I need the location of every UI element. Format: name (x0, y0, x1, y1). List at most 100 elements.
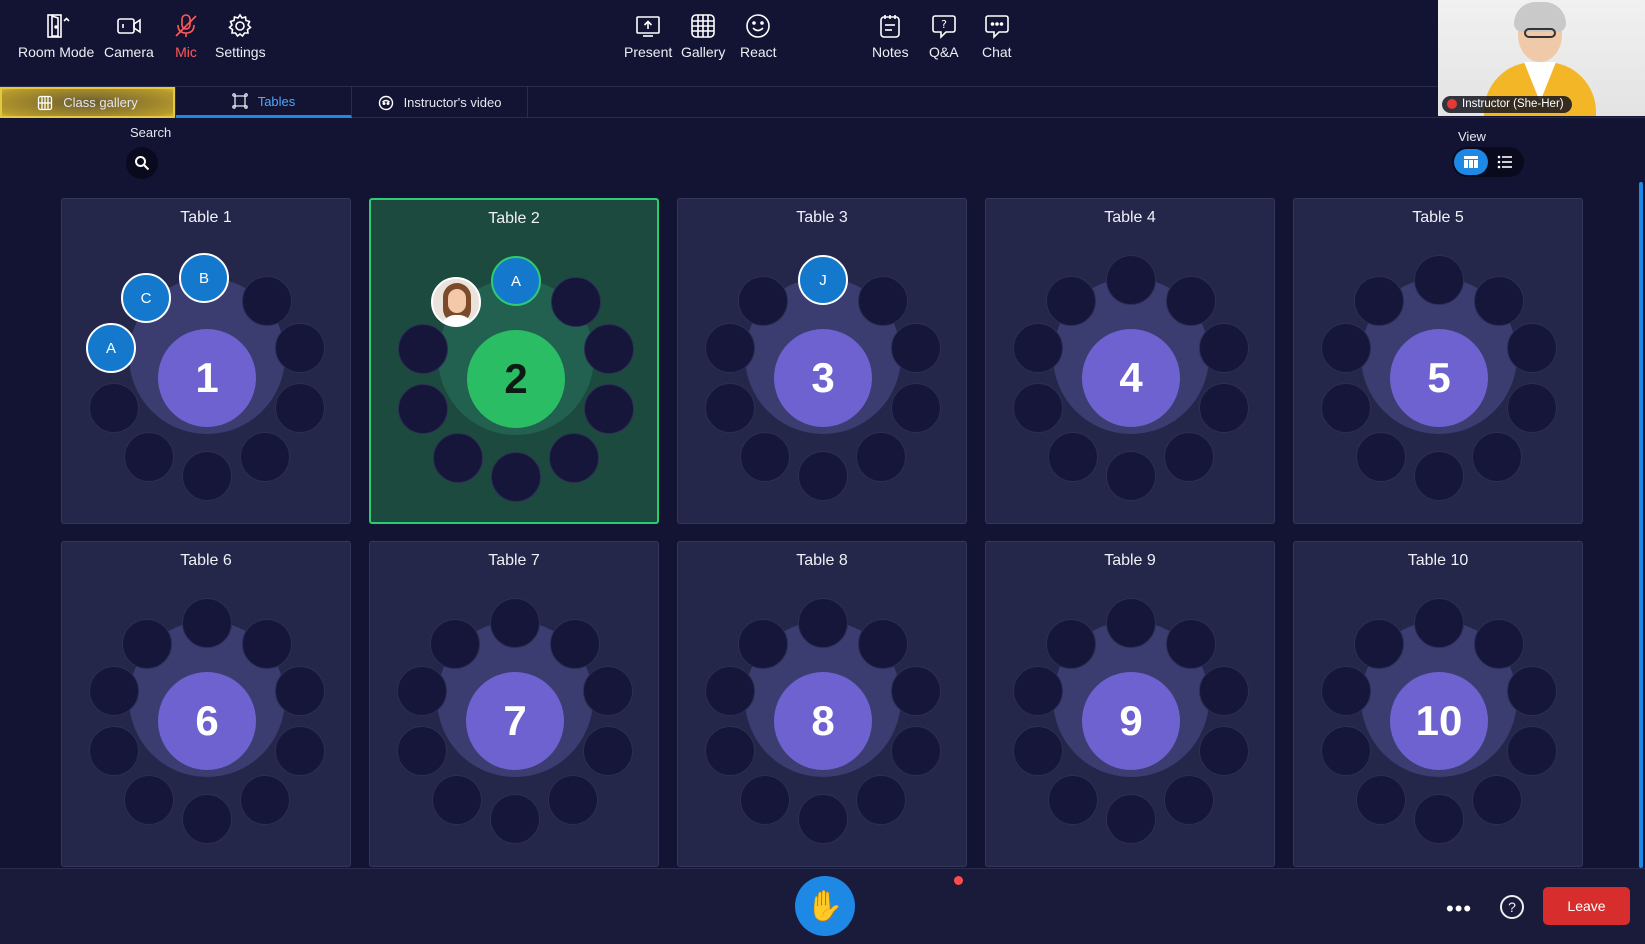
empty-seat[interactable] (583, 665, 634, 716)
table-card-7[interactable]: Table 7 7 (369, 541, 659, 867)
empty-seat[interactable] (740, 432, 791, 483)
participant-avatar[interactable]: A (491, 256, 541, 306)
empty-seat[interactable] (891, 665, 942, 716)
empty-seat[interactable] (1012, 665, 1063, 716)
empty-seat[interactable] (1106, 255, 1156, 305)
empty-seat[interactable] (182, 598, 232, 648)
table-card-10[interactable]: Table 10 10 (1293, 541, 1583, 867)
empty-seat[interactable] (798, 451, 848, 501)
empty-seat[interactable] (1166, 618, 1217, 669)
empty-seat[interactable] (1353, 618, 1404, 669)
empty-seat[interactable] (275, 322, 326, 373)
empty-seat[interactable] (548, 433, 599, 484)
raise-hand-button[interactable]: ✋ (795, 876, 855, 936)
empty-seat[interactable] (121, 618, 172, 669)
empty-seat[interactable] (490, 794, 540, 844)
empty-seat[interactable] (1356, 775, 1407, 826)
empty-seat[interactable] (1474, 275, 1525, 326)
tab-instructors-video[interactable]: Instructor's video (352, 87, 528, 118)
empty-seat[interactable] (1353, 275, 1404, 326)
empty-seat[interactable] (397, 384, 448, 435)
empty-seat[interactable] (1471, 432, 1522, 483)
empty-seat[interactable] (1320, 665, 1371, 716)
empty-seat[interactable] (1320, 726, 1371, 777)
empty-seat[interactable] (396, 665, 447, 716)
empty-seat[interactable] (182, 794, 232, 844)
empty-seat[interactable] (242, 618, 293, 669)
empty-seat[interactable] (584, 384, 635, 435)
empty-seat[interactable] (855, 432, 906, 483)
empty-seat[interactable] (550, 618, 601, 669)
empty-seat[interactable] (737, 618, 788, 669)
empty-seat[interactable] (239, 432, 290, 483)
empty-seat[interactable] (551, 276, 602, 327)
table-card-9[interactable]: Table 9 9 (985, 541, 1275, 867)
list-view-button[interactable] (1488, 149, 1522, 175)
empty-seat[interactable] (858, 618, 909, 669)
empty-seat[interactable] (182, 451, 232, 501)
tab-class-gallery[interactable]: Class gallery (0, 87, 176, 118)
table-card-8[interactable]: Table 8 8 (677, 541, 967, 867)
empty-seat[interactable] (275, 665, 326, 716)
empty-seat[interactable] (1048, 775, 1099, 826)
help-button[interactable]: ? (1500, 895, 1524, 919)
empty-seat[interactable] (1507, 726, 1558, 777)
leave-button[interactable]: Leave (1543, 887, 1630, 925)
empty-seat[interactable] (397, 323, 448, 374)
empty-seat[interactable] (1414, 255, 1464, 305)
participant-avatar[interactable]: A (86, 323, 136, 373)
empty-seat[interactable] (275, 383, 326, 434)
empty-seat[interactable] (1163, 432, 1214, 483)
empty-seat[interactable] (1199, 383, 1250, 434)
empty-seat[interactable] (737, 275, 788, 326)
empty-seat[interactable] (124, 775, 175, 826)
empty-seat[interactable] (1356, 432, 1407, 483)
empty-seat[interactable] (1106, 794, 1156, 844)
empty-seat[interactable] (740, 775, 791, 826)
empty-seat[interactable] (1106, 598, 1156, 648)
table-card-5[interactable]: Table 5 5 (1293, 198, 1583, 524)
empty-seat[interactable] (1507, 383, 1558, 434)
instructor-video-tile[interactable]: Instructor (She-Her) (1438, 0, 1645, 116)
empty-seat[interactable] (1414, 598, 1464, 648)
empty-seat[interactable] (704, 726, 755, 777)
empty-seat[interactable] (124, 432, 175, 483)
empty-seat[interactable] (239, 775, 290, 826)
empty-seat[interactable] (1048, 432, 1099, 483)
participant-avatar[interactable]: J (798, 255, 848, 305)
empty-seat[interactable] (88, 665, 139, 716)
table-card-4[interactable]: Table 4 4 (985, 198, 1275, 524)
search-button[interactable] (126, 147, 158, 179)
empty-seat[interactable] (704, 383, 755, 434)
table-card-3[interactable]: Table 3 3 J (677, 198, 967, 524)
table-card-2[interactable]: Table 2 2 A (369, 198, 659, 524)
empty-seat[interactable] (1507, 322, 1558, 373)
empty-seat[interactable] (1012, 383, 1063, 434)
empty-seat[interactable] (583, 726, 634, 777)
empty-seat[interactable] (584, 323, 635, 374)
empty-seat[interactable] (704, 322, 755, 373)
empty-seat[interactable] (547, 775, 598, 826)
empty-seat[interactable] (1199, 726, 1250, 777)
settings-button[interactable]: Settings (215, 12, 266, 60)
scrollbar[interactable] (1639, 182, 1643, 868)
room-mode-button[interactable]: Room Mode (18, 12, 94, 60)
empty-seat[interactable] (1320, 322, 1371, 373)
camera-button[interactable]: Camera (104, 12, 154, 60)
empty-seat[interactable] (1163, 775, 1214, 826)
empty-seat[interactable] (1012, 322, 1063, 373)
empty-seat[interactable] (1045, 275, 1096, 326)
empty-seat[interactable] (798, 598, 848, 648)
empty-seat[interactable] (242, 275, 293, 326)
gallery-button[interactable]: Gallery (681, 12, 725, 60)
tab-tables[interactable]: Tables (176, 87, 352, 118)
mic-button[interactable]: Mic (172, 12, 200, 60)
table-card-1[interactable]: Table 1 1 BAC (61, 198, 351, 524)
participant-avatar[interactable]: B (179, 253, 229, 303)
empty-seat[interactable] (798, 794, 848, 844)
empty-seat[interactable] (88, 726, 139, 777)
empty-seat[interactable] (891, 726, 942, 777)
notes-button[interactable]: Notes (872, 12, 909, 60)
participant-photo[interactable] (430, 276, 481, 327)
empty-seat[interactable] (1199, 665, 1250, 716)
